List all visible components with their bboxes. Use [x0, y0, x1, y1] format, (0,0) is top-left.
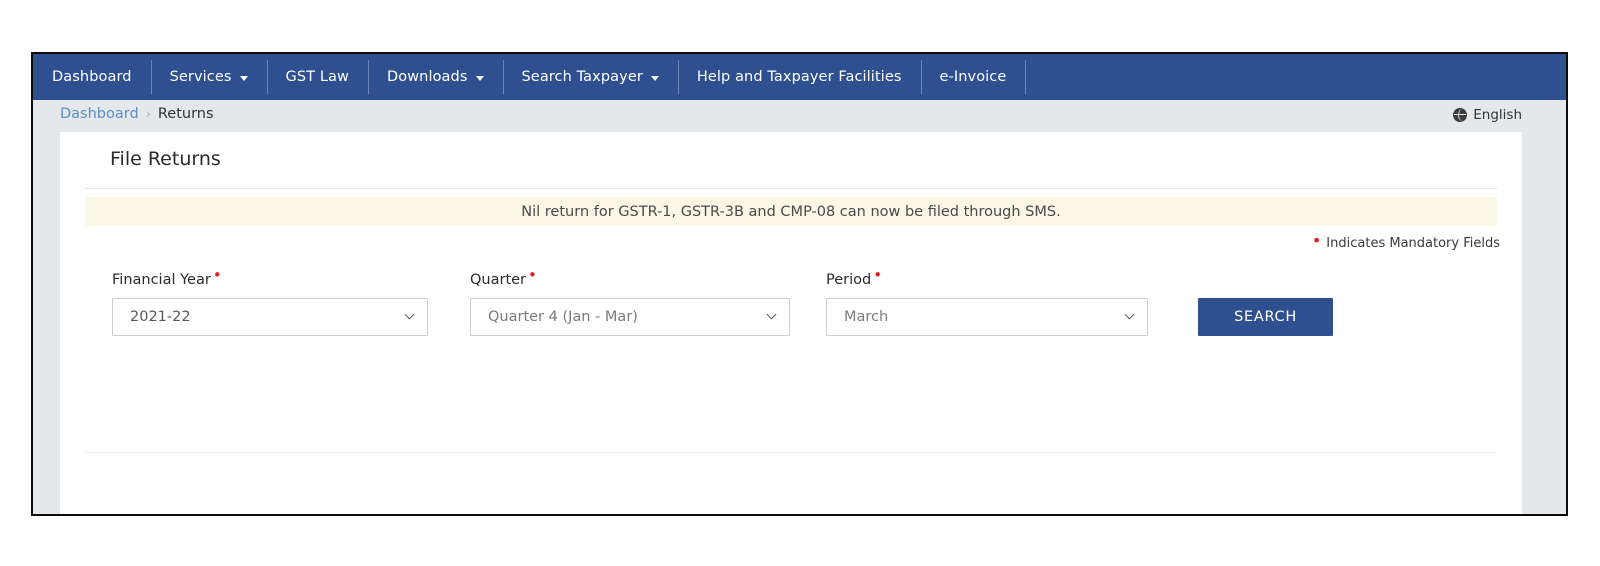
chevron-down-icon	[239, 75, 248, 81]
period-label: Period	[826, 272, 872, 288]
nav-item-gst-law[interactable]: GST Law	[266, 54, 368, 100]
nav-item-search-taxpayer[interactable]: Search Taxpayer	[502, 54, 678, 100]
quarter-select[interactable]: Quarter 4 (Jan - Mar)	[470, 298, 790, 336]
nav-item-label: GST Law	[285, 69, 349, 85]
period-select-wrap: March	[826, 298, 1148, 336]
breadcrumb: Dashboard › Returns	[60, 106, 214, 122]
nav-item-services[interactable]: Services	[150, 54, 267, 100]
nav-item-dashboard[interactable]: Dashboard	[33, 54, 151, 100]
nav-item-label: e-Invoice	[939, 69, 1007, 85]
returns-filter-form: Financial Year • 2021-22 Quarter • Quart…	[112, 266, 1333, 336]
content-card: File Returns Nil return for GSTR-1, GSTR…	[60, 132, 1522, 514]
required-marker-icon: •	[873, 266, 883, 284]
nav-item-label: Services	[169, 69, 232, 85]
required-marker-icon: •	[528, 266, 537, 284]
nav-item-help-and-taxpayer-facilities[interactable]: Help and Taxpayer Facilities	[677, 54, 921, 100]
quarter-field: Quarter • Quarter 4 (Jan - Mar)	[470, 266, 790, 336]
breadcrumb-bar: Dashboard › Returns English	[33, 100, 1566, 132]
required-marker-icon: •	[1311, 230, 1322, 250]
form-bottom-divider	[85, 452, 1497, 453]
nav-item-label: Help and Taxpayer Facilities	[696, 69, 902, 85]
period-label-wrap: Period •	[826, 266, 1148, 291]
financial-year-label-wrap: Financial Year •	[112, 266, 428, 291]
nav-item-downloads[interactable]: Downloads	[367, 54, 503, 100]
main-navigation: Dashboard Services GST Law Downloads Sea…	[33, 54, 1566, 100]
required-marker-icon: •	[212, 266, 222, 284]
period-field: Period • March	[826, 266, 1148, 336]
language-label: English	[1473, 107, 1522, 123]
quarter-select-wrap: Quarter 4 (Jan - Mar)	[470, 298, 790, 336]
globe-icon	[1453, 108, 1468, 122]
title-divider	[85, 188, 1497, 189]
quarter-label-wrap: Quarter •	[470, 266, 790, 291]
language-selector[interactable]: English	[1453, 107, 1522, 123]
nav-item-label: Search Taxpayer	[521, 69, 643, 85]
financial-year-field: Financial Year • 2021-22	[112, 266, 428, 336]
nav-item-label: Dashboard	[52, 69, 132, 85]
breadcrumb-link-dashboard[interactable]: Dashboard	[60, 106, 139, 122]
financial-year-label: Financial Year	[112, 272, 211, 288]
page-title: File Returns	[110, 148, 221, 170]
chevron-down-icon	[650, 75, 659, 81]
financial-year-select[interactable]: 2021-22	[112, 298, 428, 336]
quarter-label: Quarter	[470, 272, 527, 288]
mandatory-fields-label: Indicates Mandatory Fields	[1326, 236, 1500, 251]
mandatory-fields-note: • Indicates Mandatory Fields	[1311, 230, 1500, 251]
period-select[interactable]: March	[826, 298, 1148, 336]
alert-message: Nil return for GSTR-1, GSTR-3B and CMP-0…	[521, 203, 1061, 220]
financial-year-select-wrap: 2021-22	[112, 298, 428, 336]
breadcrumb-current-returns: Returns	[157, 106, 214, 122]
browser-frame: Dashboard Services GST Law Downloads Sea…	[31, 52, 1568, 516]
nav-item-label: Downloads	[386, 69, 468, 85]
nav-empty-space	[1025, 54, 1566, 100]
chevron-down-icon	[475, 75, 484, 81]
search-button[interactable]: SEARCH	[1198, 298, 1333, 336]
nav-item-e-invoice[interactable]: e-Invoice	[920, 54, 1026, 100]
sms-filing-alert: Nil return for GSTR-1, GSTR-3B and CMP-0…	[85, 197, 1497, 226]
breadcrumb-separator-icon: ›	[145, 106, 151, 122]
